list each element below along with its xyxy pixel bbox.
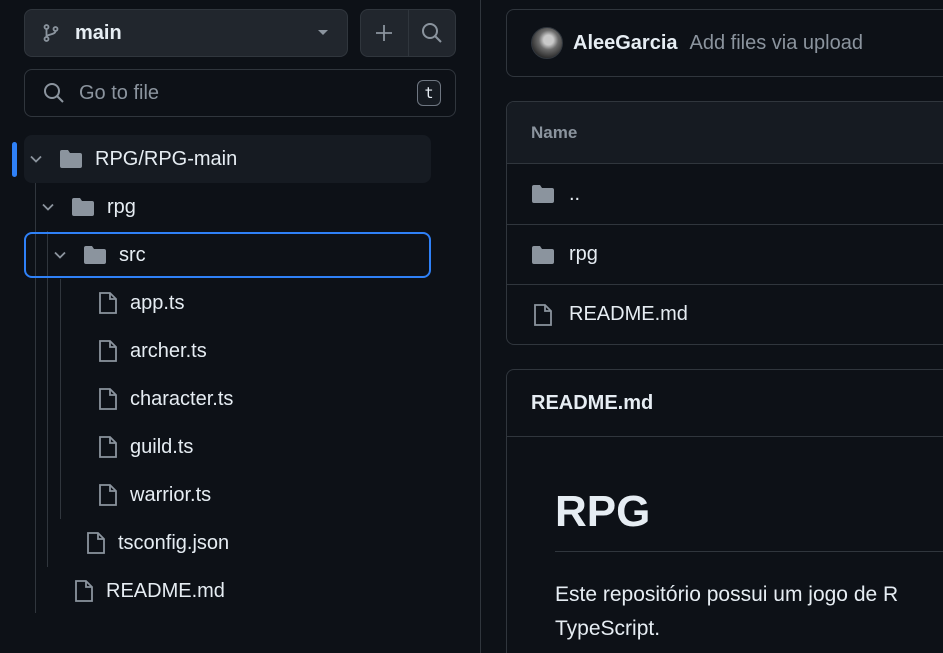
file-icon [98,291,118,315]
tree-item-label: rpg [107,195,136,218]
go-to-file-input[interactable]: Go to file t [24,69,456,117]
file-list-row[interactable]: .. [507,164,943,224]
readme-tab[interactable]: README.md [507,370,943,437]
panel-divider[interactable] [480,0,481,653]
git-branch-icon [43,24,59,42]
tree-item-file[interactable]: character.ts [96,375,431,423]
tree-guide-line [47,231,48,567]
tree-guide-line [60,279,61,519]
tree-item-label: RPG/RPG-main [95,147,238,170]
folder-icon [531,184,555,204]
folder-icon [59,149,83,169]
file-list-name[interactable]: README.md [569,303,688,326]
tree-item-label: guild.ts [130,435,194,458]
search-icon [43,82,65,104]
avatar[interactable] [531,27,563,59]
commit-author-link[interactable]: AleeGarcia [573,32,678,55]
tree-item-label: character.ts [130,387,234,410]
page-root: main Go to file t RPG/RPG-main rpg src a… [0,0,943,653]
commit-message-link[interactable]: Add files via upload [690,32,863,55]
file-list-table: Name .. rpg README.md [506,101,943,345]
chevron-down-icon [41,200,55,214]
branch-selector-button[interactable]: main [24,9,348,57]
file-list-header: Name [507,102,943,164]
add-file-button[interactable] [361,10,408,56]
tree-item-label: archer.ts [130,339,207,362]
tree-item-file[interactable]: app.ts [96,279,431,327]
chevron-down-icon [317,29,329,37]
file-list-name[interactable]: rpg [569,243,598,266]
readme-paragraph: Este repositório possui um jogo de R Typ… [555,578,943,646]
readme-heading: RPG [555,487,943,552]
folder-icon [83,245,107,265]
tree-item-src[interactable]: src [24,232,431,278]
tree-item-label: src [119,243,146,266]
search-icon [421,22,443,44]
tree-item-rpg[interactable]: rpg [36,183,431,231]
file-list-row[interactable]: README.md [507,284,943,344]
tree-item-label: app.ts [130,291,185,314]
tree-item-file[interactable]: guild.ts [96,423,431,471]
tree-item-file[interactable]: warrior.ts [96,471,431,519]
chevron-down-icon [29,152,43,166]
readme-content: RPG Este repositório possui um jogo de R… [507,437,943,646]
readme-paragraph-line: TypeScript. [555,617,661,640]
file-icon [98,483,118,507]
file-icon [74,579,94,603]
file-list-name[interactable]: .. [569,183,580,206]
latest-commit-bar: AleeGarcia Add files via upload [506,9,943,77]
tree-item-label: warrior.ts [130,483,212,506]
tree-item-file[interactable]: README.md [72,567,431,615]
tree-item-file[interactable]: tsconfig.json [84,519,431,567]
plus-icon [374,23,394,43]
tree-item-label: tsconfig.json [118,531,230,554]
folder-icon [71,197,95,217]
file-icon [98,339,118,363]
readme-panel: README.md RPG Este repositório possui um… [506,369,943,653]
file-icon [98,435,118,459]
active-item-marker [12,142,17,177]
tree-item-root[interactable]: RPG/RPG-main [24,135,431,183]
chevron-down-icon [53,248,67,262]
go-to-file-placeholder: Go to file [79,81,160,104]
tree-item-label: README.md [106,579,225,602]
readme-paragraph-line: Este repositório possui um jogo de R [555,583,899,606]
file-icon [86,531,106,555]
file-tree-panel: main Go to file t RPG/RPG-main rpg src a… [0,0,480,653]
tree-item-file[interactable]: archer.ts [96,327,431,375]
folder-icon [531,245,555,265]
file-icon [98,387,118,411]
file-icon [531,303,555,327]
tree-action-buttons [360,9,456,57]
branch-name: main [75,21,122,44]
search-code-button[interactable] [407,10,456,56]
shortcut-key-badge: t [417,80,441,106]
file-list-row[interactable]: rpg [507,224,943,284]
